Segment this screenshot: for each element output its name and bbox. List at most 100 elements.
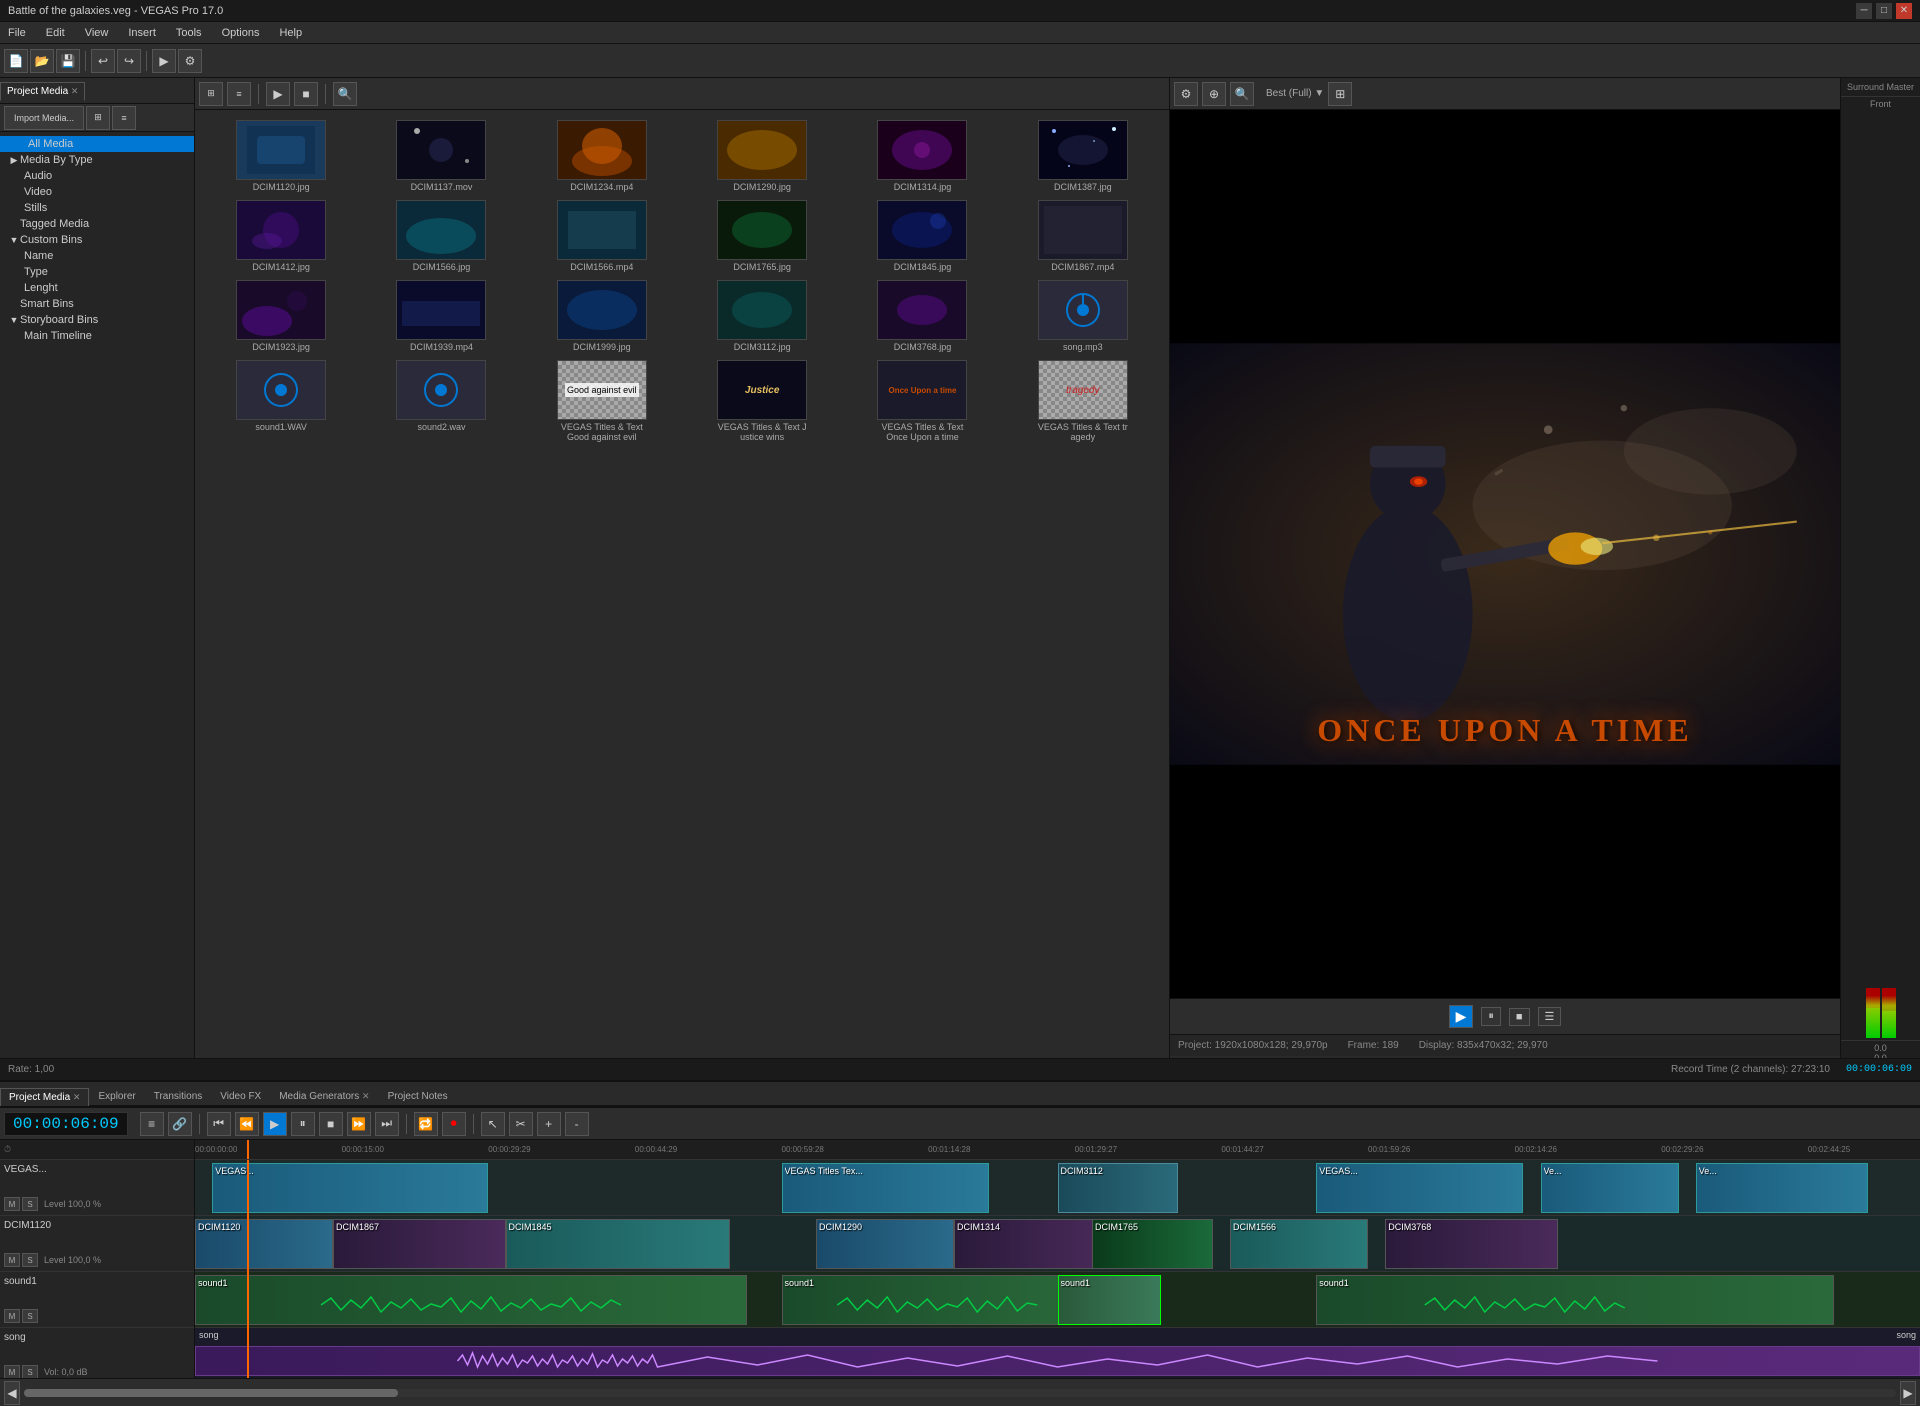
preview-stop-btn[interactable]: ■: [1509, 1008, 1530, 1026]
tl-play-btn[interactable]: ▶: [263, 1112, 287, 1136]
clip-dcim1290[interactable]: DCIM1290: [816, 1219, 954, 1269]
new-button[interactable]: 📄: [4, 49, 28, 73]
tl-prev-btn[interactable]: ⏮: [207, 1112, 231, 1136]
tl-rec-btn[interactable]: ⏺: [442, 1112, 466, 1136]
clip-dcim3112-t1[interactable]: DCIM3112: [1058, 1163, 1179, 1213]
redo-button[interactable]: ↪: [117, 49, 141, 73]
clip-dcim3768[interactable]: DCIM3768: [1385, 1219, 1558, 1269]
tab-project-media-bottom[interactable]: Project Media ✕: [0, 1088, 89, 1106]
tree-length[interactable]: Lenght: [0, 280, 194, 296]
tab-explorer[interactable]: Explorer: [89, 1087, 144, 1106]
tree-main-timeline[interactable]: Main Timeline: [0, 328, 194, 344]
clip-vegas-start[interactable]: VEGAS...: [212, 1163, 488, 1213]
tl-edit-btn[interactable]: ✂: [509, 1112, 533, 1136]
tree-media-by-type[interactable]: ▶ Media By Type: [0, 152, 194, 168]
tl-rewind-btn[interactable]: ⏪: [235, 1112, 259, 1136]
track-solo-btn-audio1[interactable]: S: [22, 1309, 38, 1323]
media-item-vegas-good[interactable]: Good against evil VEGAS Titles & Text Go…: [524, 358, 680, 444]
tl-zoom-out-btn2[interactable]: ◀: [4, 1381, 20, 1405]
media-sort-btn[interactable]: ≡: [227, 82, 251, 106]
media-item-dcim3768[interactable]: DCIM3768.jpg: [844, 278, 1000, 354]
clip-dcim1120[interactable]: DCIM1120: [195, 1219, 333, 1269]
track-solo-btn-1[interactable]: S: [22, 1197, 38, 1211]
tree-all-media[interactable]: All Media: [0, 136, 194, 152]
tl-select-btn[interactable]: ↖: [481, 1112, 505, 1136]
menu-tools[interactable]: Tools: [172, 25, 206, 41]
clip-vegas-mid[interactable]: VEGAS Titles Tex...: [782, 1163, 989, 1213]
clip-ve-right3[interactable]: Ve...: [1696, 1163, 1869, 1213]
tab-media-generators[interactable]: Media Generators ✕: [270, 1087, 378, 1106]
media-item-dcim1234[interactable]: DCIM1234.mp4: [524, 118, 680, 194]
timeline-settings-btn[interactable]: ≡: [140, 1112, 164, 1136]
menu-edit[interactable]: Edit: [42, 25, 69, 41]
track-mute-btn-1[interactable]: M: [4, 1197, 20, 1211]
tree-tagged-media[interactable]: Tagged Media: [0, 216, 194, 232]
maximize-button[interactable]: □: [1876, 3, 1892, 19]
preview-play-btn[interactable]: ▶: [1449, 1005, 1474, 1028]
tree-audio[interactable]: Audio: [0, 168, 194, 184]
clip-vegas-right[interactable]: VEGAS...: [1316, 1163, 1523, 1213]
media-item-vegas-justice[interactable]: Justice VEGAS Titles & Text Justice wins: [684, 358, 840, 444]
tree-custom-bins[interactable]: ▼ Custom Bins: [0, 232, 194, 248]
stop-btn[interactable]: ■: [294, 82, 318, 106]
render-button[interactable]: ▶: [152, 49, 176, 73]
media-item-dcim1999[interactable]: DCIM1999.jpg: [524, 278, 680, 354]
view-btn[interactable]: ⊞: [86, 106, 110, 130]
media-item-dcim1765[interactable]: DCIM1765.jpg: [684, 198, 840, 274]
clip-ve-right2[interactable]: Ve...: [1541, 1163, 1679, 1213]
preview-settings-btn[interactable]: ⚙: [1174, 82, 1198, 106]
track-solo-btn-song[interactable]: S: [22, 1365, 38, 1378]
tree-stills[interactable]: Stills: [0, 200, 194, 216]
track-mute-btn-2[interactable]: M: [4, 1253, 20, 1267]
media-item-dcim1566mp4[interactable]: DCIM1566.mp4: [524, 198, 680, 274]
sort-btn[interactable]: ≡: [112, 106, 136, 130]
media-item-dcim1412[interactable]: DCIM1412.jpg: [203, 198, 359, 274]
tab-project-notes[interactable]: Project Notes: [379, 1087, 457, 1106]
tl-ffwd-btn[interactable]: ⏩: [347, 1112, 371, 1136]
song-clip[interactable]: [195, 1346, 1920, 1376]
zoom-in-btn[interactable]: 🔍: [333, 82, 357, 106]
clip-sound1-2[interactable]: sound1: [782, 1275, 1093, 1325]
tl-next-btn[interactable]: ⏭: [375, 1112, 399, 1136]
menu-options[interactable]: Options: [218, 25, 264, 41]
media-view-btn[interactable]: ⊞: [199, 82, 223, 106]
tree-name[interactable]: Name: [0, 248, 194, 264]
track-solo-btn-2[interactable]: S: [22, 1253, 38, 1267]
clip-sound1-3[interactable]: sound1: [1058, 1275, 1162, 1325]
media-item-dcim1867[interactable]: DCIM1867.mp4: [1005, 198, 1161, 274]
preview-snap-btn[interactable]: ⊕: [1202, 82, 1226, 106]
undo-button[interactable]: ↩: [91, 49, 115, 73]
media-item-sound2[interactable]: sound2.wav: [363, 358, 519, 444]
clip-dcim1566[interactable]: DCIM1566: [1230, 1219, 1368, 1269]
menu-file[interactable]: File: [4, 25, 30, 41]
settings-button[interactable]: ⚙: [178, 49, 202, 73]
timeline-scrollbar[interactable]: [24, 1389, 1896, 1397]
clip-dcim1765[interactable]: DCIM1765: [1092, 1219, 1213, 1269]
menu-insert[interactable]: Insert: [124, 25, 160, 41]
tree-type[interactable]: Type: [0, 264, 194, 280]
tab-transitions[interactable]: Transitions: [145, 1087, 212, 1106]
clip-dcim1845[interactable]: DCIM1845: [506, 1219, 730, 1269]
tl-loop-btn[interactable]: 🔁: [414, 1112, 438, 1136]
preview-pause-btn[interactable]: ⏸: [1481, 1007, 1501, 1026]
clip-dcim1314[interactable]: DCIM1314: [954, 1219, 1109, 1269]
tl-zoom-in-btn2[interactable]: ▶: [1900, 1381, 1916, 1405]
media-item-dcim1387[interactable]: DCIM1387.jpg: [1005, 118, 1161, 194]
media-item-dcim1939[interactable]: DCIM1939.mp4: [363, 278, 519, 354]
tl-pause-btn[interactable]: ⏸: [291, 1112, 315, 1136]
media-item-dcim1290[interactable]: DCIM1290.jpg: [684, 118, 840, 194]
track-mute-btn-audio1[interactable]: M: [4, 1309, 20, 1323]
media-item-dcim1120[interactable]: DCIM1120.jpg: [203, 118, 359, 194]
tree-smart-bins[interactable]: Smart Bins: [0, 296, 194, 312]
preview-zoom-btn[interactable]: 🔍: [1230, 82, 1254, 106]
tab-video-fx[interactable]: Video FX: [211, 1087, 270, 1106]
import-button[interactable]: Import Media...: [4, 106, 84, 130]
clip-sound1-4[interactable]: sound1: [1316, 1275, 1834, 1325]
tl-zoom-in-btn[interactable]: +: [537, 1112, 561, 1136]
menu-view[interactable]: View: [81, 25, 113, 41]
tab-project-media[interactable]: Project Media ✕: [0, 82, 85, 101]
tl-zoom-out-btn[interactable]: -: [565, 1112, 589, 1136]
preview-view-btn[interactable]: ⊞: [1328, 82, 1352, 106]
tree-storyboard[interactable]: ▼ Storyboard Bins: [0, 312, 194, 328]
media-item-dcim3112[interactable]: DCIM3112.jpg: [684, 278, 840, 354]
